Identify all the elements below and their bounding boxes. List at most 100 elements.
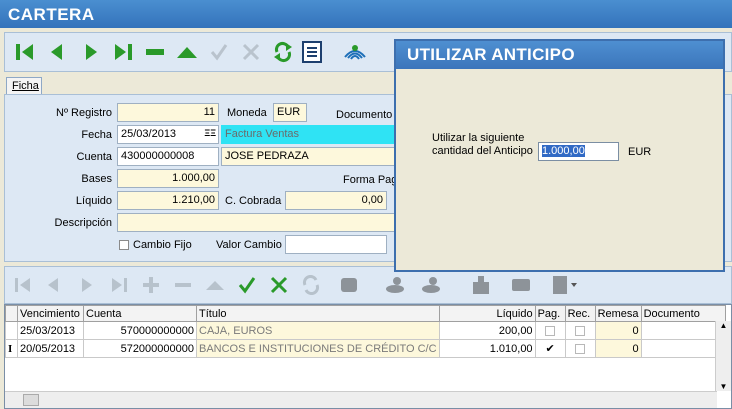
- scroll-thumb[interactable]: [23, 394, 39, 406]
- col-titulo[interactable]: Título: [196, 305, 440, 322]
- cell-vencimiento[interactable]: 25/03/2013: [17, 321, 84, 340]
- anticipo-amount-input[interactable]: 1.000,00: [538, 142, 619, 161]
- anticipo-label-line2: cantidad del Anticipo: [432, 145, 533, 157]
- moneda-label: Moneda: [227, 107, 267, 119]
- forma-pago-label: Forma Pag: [343, 174, 398, 186]
- col-pag[interactable]: Pag.: [534, 305, 566, 322]
- list-icon[interactable]: [299, 37, 327, 67]
- cell-rec[interactable]: [564, 339, 596, 358]
- rec-checkbox[interactable]: [575, 325, 586, 336]
- confirm-icon[interactable]: [205, 37, 233, 67]
- grid-first-icon[interactable]: [9, 270, 37, 300]
- scroll-down-icon[interactable]: ▼: [716, 382, 731, 391]
- grid-prev-icon[interactable]: [39, 270, 67, 300]
- fecha-label: Fecha: [81, 129, 112, 141]
- calendar-icon[interactable]: ΞΞ: [204, 128, 216, 138]
- grid-tool-5-icon[interactable]: [507, 270, 535, 300]
- cobrada-label: C. Cobrada: [225, 195, 282, 207]
- table-row[interactable]: I 20/05/2013 572000000000 BANCOS E INSTI…: [5, 339, 726, 358]
- cambio-fijo-checkbox[interactable]: [119, 240, 129, 250]
- delete-record-icon[interactable]: [141, 37, 169, 67]
- window-title: CARTERA: [0, 0, 732, 28]
- cell-remesa[interactable]: 0: [594, 321, 642, 340]
- col-liquido[interactable]: Líquido: [438, 305, 536, 322]
- grid-confirm-icon[interactable]: [233, 270, 261, 300]
- fecha-value: 25/03/2013: [121, 128, 177, 140]
- registro-field[interactable]: 11: [117, 103, 219, 122]
- grid-delete-icon[interactable]: [169, 270, 197, 300]
- fingerprint-icon[interactable]: [341, 37, 369, 67]
- cell-titulo[interactable]: CAJA, EUROS: [196, 321, 440, 340]
- grid-tool-4-icon[interactable]: [467, 270, 495, 300]
- cell-pag[interactable]: [534, 321, 566, 340]
- cell-cuenta[interactable]: 570000000000: [83, 321, 197, 340]
- horizontal-scrollbar[interactable]: [5, 391, 717, 408]
- grid-tool-3-icon[interactable]: [417, 270, 445, 300]
- cell-pag[interactable]: ✔: [534, 339, 566, 358]
- bases-field[interactable]: 1.000,00: [117, 169, 219, 188]
- grid-cancel-icon[interactable]: [265, 270, 293, 300]
- grid-tool-1-icon[interactable]: [335, 270, 363, 300]
- scroll-up-icon[interactable]: ▲: [716, 321, 731, 330]
- anticipo-label: Utilizar la siguiente cantidad del Antic…: [432, 132, 533, 158]
- descripcion-label: Descripción: [54, 217, 112, 229]
- utilizar-anticipo-dialog: UTILIZAR ANTICIPO Utilizar la siguiente …: [394, 39, 725, 272]
- tab-ficha[interactable]: Ficha: [6, 77, 42, 95]
- rec-checkbox[interactable]: [575, 343, 586, 354]
- bases-label: Bases: [81, 173, 112, 185]
- grid-next-icon[interactable]: [73, 270, 101, 300]
- dialog-title: UTILIZAR ANTICIPO: [396, 41, 723, 69]
- cell-liquido[interactable]: 1.010,00: [438, 339, 536, 358]
- grid-tool-2-icon[interactable]: [381, 270, 409, 300]
- row-indicator: [5, 321, 18, 340]
- cancel-icon[interactable]: [237, 37, 265, 67]
- prev-record-icon[interactable]: [43, 37, 71, 67]
- cell-vencimiento[interactable]: 20/05/2013: [17, 339, 84, 358]
- cambio-fijo-label: Cambio Fijo: [133, 239, 192, 251]
- vertical-scrollbar[interactable]: ▲ ▼: [715, 321, 731, 391]
- refresh-icon[interactable]: [269, 37, 297, 67]
- grid-up-icon[interactable]: [201, 270, 229, 300]
- cell-liquido[interactable]: 200,00: [438, 321, 536, 340]
- documento-label: Documento: [336, 109, 393, 121]
- grid-tool-6-icon[interactable]: [551, 270, 579, 300]
- col-remesa[interactable]: Remesa: [594, 305, 642, 322]
- first-record-icon[interactable]: [11, 37, 39, 67]
- col-cuenta[interactable]: Cuenta: [83, 305, 197, 322]
- anticipo-currency: EUR: [628, 146, 652, 158]
- grid-refresh-icon[interactable]: [297, 270, 325, 300]
- liquido-field[interactable]: 1.210,00: [117, 191, 219, 210]
- grid-header: Vencimiento Cuenta Título Líquido Pag. R…: [5, 305, 726, 322]
- registro-label: Nº Registro: [56, 107, 112, 119]
- liquido-label: Líquido: [75, 195, 112, 207]
- cuenta-field[interactable]: 430000000008: [117, 147, 219, 166]
- valor-cambio-field[interactable]: [285, 235, 387, 254]
- moneda-field[interactable]: EUR: [273, 103, 307, 122]
- row-indicator-header: [5, 305, 18, 322]
- cobrada-field[interactable]: 0,00: [285, 191, 387, 210]
- cell-remesa[interactable]: 0: [594, 339, 642, 358]
- cell-cuenta[interactable]: 572000000000: [83, 339, 197, 358]
- grid-last-icon[interactable]: [105, 270, 133, 300]
- col-documento[interactable]: Documento: [640, 305, 726, 322]
- pag-checkbox[interactable]: ✔: [545, 343, 555, 354]
- anticipo-amount-value: 1.000,00: [542, 145, 585, 157]
- next-record-icon[interactable]: [77, 37, 105, 67]
- grid-add-icon[interactable]: [137, 270, 165, 300]
- cell-titulo[interactable]: BANCOS E INSTITUCIONES DE CRÉDITO C/C: [196, 339, 440, 358]
- cuenta-label: Cuenta: [76, 151, 112, 163]
- fecha-field[interactable]: 25/03/2013 ΞΞ: [117, 125, 219, 144]
- col-rec[interactable]: Rec.: [564, 305, 596, 322]
- table-row[interactable]: 25/03/2013 570000000000 CAJA, EUROS 200,…: [5, 321, 726, 340]
- cell-documento[interactable]: [640, 339, 726, 358]
- valor-cambio-label: Valor Cambio: [216, 239, 282, 251]
- up-icon[interactable]: [173, 37, 201, 67]
- descripcion-field[interactable]: [117, 213, 399, 232]
- tipo-documento-field[interactable]: Factura Ventas: [221, 125, 397, 144]
- cell-rec[interactable]: [564, 321, 596, 340]
- last-record-icon[interactable]: [109, 37, 137, 67]
- row-indicator: I: [5, 339, 18, 358]
- cell-documento[interactable]: [640, 321, 726, 340]
- pag-checkbox[interactable]: [545, 325, 556, 336]
- col-vencimiento[interactable]: Vencimiento: [17, 305, 84, 322]
